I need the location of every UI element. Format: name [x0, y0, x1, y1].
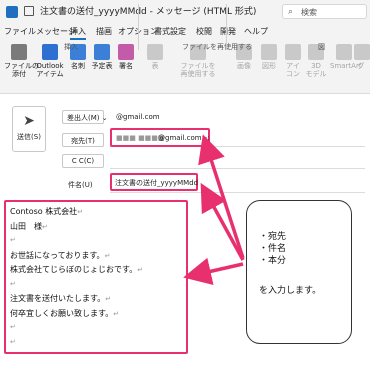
instruction-callout: ・宛先・件名・本分 を入力します。 [246, 200, 352, 344]
callout-item: ・宛先 [259, 232, 287, 242]
callout-item: ・件名 [259, 244, 287, 254]
callout-note: を入力します。 [259, 286, 322, 296]
arrow-to-body [183, 257, 244, 286]
callout-item: ・本分 [259, 256, 287, 266]
